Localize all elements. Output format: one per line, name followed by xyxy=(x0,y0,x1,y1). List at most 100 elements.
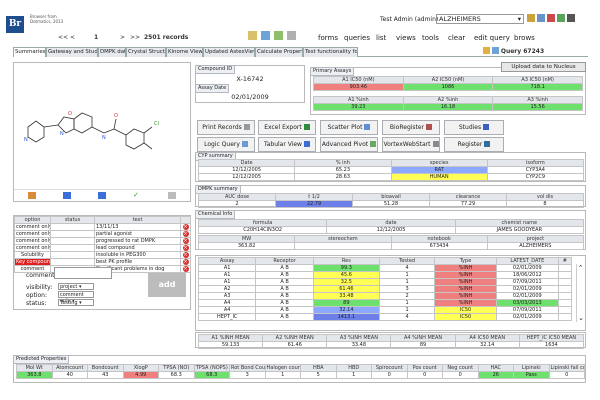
assay-date: 02/01/2009 xyxy=(495,285,559,293)
calendar-icon[interactable] xyxy=(27,192,36,199)
settings-icon[interactable] xyxy=(537,14,545,22)
register-button[interactable]: Register xyxy=(444,137,504,152)
comment-row[interactable]: comment only 13/11/13 × xyxy=(14,223,191,231)
register-icon xyxy=(484,141,491,147)
star-icon[interactable] xyxy=(483,47,490,54)
grid-icon[interactable] xyxy=(557,14,565,22)
svg-text:N: N xyxy=(24,137,28,143)
assay-result: 61.46 xyxy=(312,285,380,293)
structure-panel: N N O N O Cl ✓ xyxy=(13,62,191,202)
menu-browse[interactable]: brows xyxy=(514,34,535,42)
status-select[interactable]: Testing ▾ xyxy=(58,299,94,306)
tab-astex[interactable]: Updated AstexViewer xyxy=(203,47,255,57)
delete-comment-button[interactable]: × xyxy=(180,237,191,245)
comment-row[interactable]: Key compound best PK profile × xyxy=(14,258,191,266)
page-number[interactable]: 1 xyxy=(94,34,98,41)
chemist-header: chemist name xyxy=(454,219,585,227)
dmpk-summary-panel: DMPK summary AUC dose t 1/2 bioavail cleara… xyxy=(195,185,586,208)
tab-kinome[interactable]: Kinome Viewer xyxy=(166,47,203,57)
delete-comment-button[interactable]: × xyxy=(180,244,191,252)
delete-comment-button[interactable]: × xyxy=(180,223,191,231)
assay-row[interactable]: A3 A B 33.48 2 %INH 02/01/2009 xyxy=(197,292,573,300)
assay-type: %INH xyxy=(434,285,497,293)
bioregister-button[interactable]: BioRegister xyxy=(382,120,440,135)
assay-type: IC50 xyxy=(434,306,497,314)
assay-scrollbar[interactable]: ⌃ ⌄ xyxy=(576,264,584,322)
delete-comment-button[interactable]: × xyxy=(180,258,191,266)
visibility-select[interactable]: project ▾ xyxy=(58,283,94,290)
upload-nucleus-button[interactable]: Upload data to Nucleus xyxy=(501,62,586,72)
comment-row[interactable]: comment only progressed to rat DMPK × xyxy=(14,237,191,245)
nav-first-button[interactable]: << xyxy=(58,34,68,41)
excel-export-button[interactable]: Excel Export xyxy=(258,120,316,135)
toolbar-icons xyxy=(527,14,585,24)
tab-calc[interactable]: Calculate Properties xyxy=(255,47,303,57)
check-icon[interactable]: ✓ xyxy=(133,192,141,199)
print-icon[interactable] xyxy=(287,31,296,40)
refresh-icon[interactable] xyxy=(261,31,270,40)
menu-list[interactable]: list xyxy=(376,34,386,42)
cyp-inh: 65.23 xyxy=(294,166,392,174)
advanced-pivot-button[interactable]: Advanced Pivot xyxy=(320,137,378,152)
scatter-plot-button[interactable]: Scatter Plot xyxy=(320,120,378,135)
export-icon[interactable] xyxy=(274,31,283,40)
nav-last-button[interactable]: >> xyxy=(130,34,140,41)
add-comment-button[interactable]: add xyxy=(148,273,186,297)
stereochem-value xyxy=(294,242,392,250)
assay-receptor: A B xyxy=(255,271,314,279)
tab-gateway[interactable]: Gateway and Studies Info xyxy=(46,47,98,57)
excel-export-label: Excel Export xyxy=(264,124,302,131)
delete-comment-button[interactable]: × xyxy=(180,265,191,273)
option-select[interactable]: comment only ▾ xyxy=(58,291,94,304)
menu-views[interactable]: views xyxy=(396,34,416,42)
nav-next-button[interactable]: > xyxy=(120,34,125,41)
assay-row[interactable]: HEPT_IC A B 1413.1 4 IC50 02/01/2009 xyxy=(197,313,573,321)
link-icon[interactable] xyxy=(491,47,499,54)
chem-table-1: formula date chemist name C20H14ClN3O2 12/1… xyxy=(197,219,585,234)
menu-queries[interactable]: queries xyxy=(344,34,370,42)
search-icon[interactable] xyxy=(168,192,177,199)
logout-icon[interactable] xyxy=(567,14,575,22)
property-header: Halogen count xyxy=(264,364,301,372)
help-icon[interactable] xyxy=(547,14,555,22)
close-icon: × xyxy=(182,245,189,251)
menu-edit-query[interactable]: edit query xyxy=(474,34,510,42)
structure-toolbar: ✓ xyxy=(14,189,190,201)
cart-icon[interactable] xyxy=(97,192,106,199)
table-icon[interactable] xyxy=(62,192,71,199)
delete-comment-button[interactable]: × xyxy=(180,230,191,238)
print-records-button[interactable]: Print Records xyxy=(197,120,255,135)
nav-prev-button[interactable]: < xyxy=(70,34,75,41)
assay-row[interactable]: A1 A B 32.5 1 %INH 07/09/2011 xyxy=(197,278,573,286)
primary-inh-table: A1 %inh A2 %inh A3 %inh 39.23 16.18 15.56 xyxy=(313,96,583,111)
comment-row[interactable]: comment only lead compound × xyxy=(14,244,191,252)
cyp-isoform-header: isoform xyxy=(486,159,585,167)
comment-row[interactable]: Solubility insoluble in PEG300 × xyxy=(14,251,191,259)
user-icon[interactable] xyxy=(527,14,535,22)
delete-comment-button[interactable]: × xyxy=(180,251,191,259)
logic-query-button[interactable]: Logic Query xyxy=(197,137,255,152)
studies-button[interactable]: Studies xyxy=(444,120,504,135)
comment-row[interactable]: comment only partial agonist × xyxy=(14,230,191,238)
tabular-view-button[interactable]: Tabular View xyxy=(258,137,316,152)
chevron-down-icon[interactable]: ⌄ xyxy=(577,314,585,322)
tab-test[interactable]: Test functionality form xyxy=(303,47,358,57)
tab-summaries[interactable]: Summaries xyxy=(13,47,46,57)
close-icon: × xyxy=(182,231,189,237)
menu-clear[interactable]: clear xyxy=(448,34,465,42)
tab-crystal[interactable]: Crystal Structures xyxy=(126,47,166,57)
assay-row[interactable]: A4 A B 89 1 %INH 03/03/2013 xyxy=(197,299,573,307)
assay-row[interactable]: A2 A B 61.46 3 %INH 02/01/2009 xyxy=(197,285,573,293)
folder-icon[interactable] xyxy=(248,31,257,40)
tab-dmpk[interactable]: DMPK data xyxy=(98,47,126,57)
menu-forms[interactable]: forms xyxy=(318,34,338,42)
assay-row[interactable]: A1 A B 45.6 1 %INH 18/06/2012 xyxy=(197,271,573,279)
chevron-up-icon[interactable]: ⌃ xyxy=(577,264,584,272)
assay-row[interactable]: A4 A B 32.14 1 IC50 07/09/2011 xyxy=(197,306,573,314)
menu-tools[interactable]: tools xyxy=(422,34,439,42)
vortex-button[interactable]: VortexWebStart xyxy=(382,137,440,152)
project-select[interactable]: ALZHEIMERS ▾ xyxy=(436,14,524,24)
assay-row[interactable]: A1 A B 99.3 4 %INH 02/01/2009 xyxy=(197,264,573,272)
comment-textarea[interactable] xyxy=(54,267,112,279)
header-bar: Br Browser from Dotmatics, 2013 << < 1 >… xyxy=(0,0,600,46)
